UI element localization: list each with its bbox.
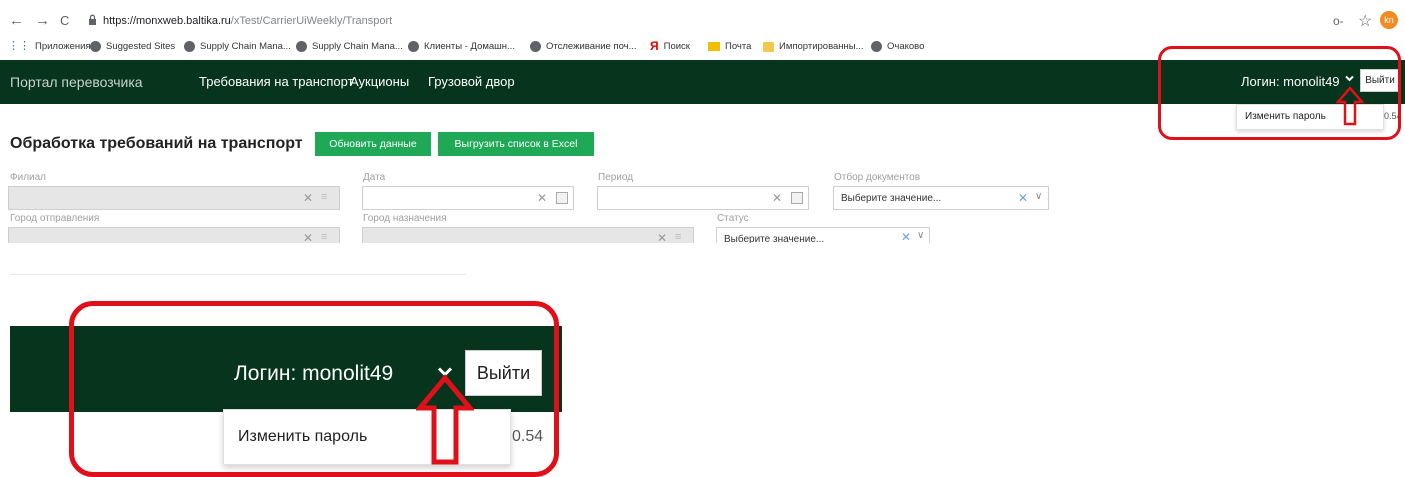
- destination-city-label: Город назначения: [363, 213, 447, 224]
- destination-city-select[interactable]: ✕ ≡: [362, 227, 694, 245]
- bookmark-apps[interactable]: ⋮⋮ Приложения: [8, 40, 91, 53]
- star-icon[interactable]: ☆: [1358, 11, 1372, 31]
- globe-icon: [296, 41, 307, 52]
- portal-title[interactable]: Портал перевозчика: [10, 74, 143, 90]
- clear-icon[interactable]: ✕: [901, 230, 911, 243]
- arrow-up-icon: [1336, 86, 1364, 126]
- nav-item-auctions[interactable]: Аукционы: [350, 74, 409, 89]
- globe-icon: [408, 41, 419, 52]
- yandex-icon: Я: [650, 39, 659, 53]
- bookmark-item[interactable]: Очаково: [871, 41, 924, 52]
- status-label: Статус: [717, 213, 749, 224]
- status-placeholder: Выберите значение...: [724, 234, 825, 243]
- date-label: Дата: [363, 172, 386, 183]
- period-label: Период: [598, 172, 634, 183]
- doc-filter-placeholder: Выберите значение...: [841, 193, 942, 204]
- list-icon[interactable]: ≡: [321, 231, 327, 243]
- globe-icon: [530, 41, 541, 52]
- bookmark-label: Отслеживание поч...: [546, 41, 637, 52]
- origin-city-label: Город отправления: [10, 213, 100, 224]
- list-icon[interactable]: ≡: [675, 231, 681, 243]
- doc-filter-label: Отбор документов: [834, 172, 921, 183]
- bookmark-item[interactable]: Supply Chain Mana...: [296, 41, 403, 52]
- clear-icon[interactable]: ✕: [303, 191, 313, 205]
- globe-icon: [871, 41, 882, 52]
- zoomed-arrow-up-icon: [416, 374, 474, 465]
- bookmark-label: Supply Chain Mana...: [312, 41, 403, 52]
- bookmark-label: Очаково: [887, 41, 925, 52]
- branch-label: Филиал: [10, 172, 47, 183]
- reload-icon[interactable]: C: [60, 13, 69, 29]
- date-input[interactable]: ✕: [362, 186, 574, 210]
- doc-filter-select[interactable]: Выберите значение... ✕ ∨: [833, 186, 1049, 210]
- nav-item-transport-requests[interactable]: Требования на транспорт: [199, 74, 354, 89]
- back-icon[interactable]: ←: [9, 13, 24, 29]
- globe-icon: [184, 41, 195, 52]
- bookmark-label: Почта: [725, 41, 752, 52]
- nav-item-cargo-yard[interactable]: Грузовой двор: [428, 74, 515, 89]
- calendar-icon[interactable]: [791, 192, 803, 204]
- bookmark-label: Импортированны...: [779, 41, 864, 52]
- lock-icon: [89, 14, 96, 25]
- chevron-down-icon[interactable]: ∨: [917, 230, 924, 241]
- profile-avatar[interactable]: kn: [1380, 11, 1398, 29]
- origin-city-select[interactable]: ✕ ≡: [8, 227, 340, 245]
- page-title: Обработка требований на транспорт: [10, 135, 303, 152]
- key-icon[interactable]: o‑: [1333, 14, 1344, 28]
- bookmark-label: Клиенты - Домашн...: [424, 41, 515, 52]
- bookmark-item[interactable]: Supply Chain Mana...: [184, 41, 291, 52]
- bookmark-label: Поиск: [663, 41, 690, 52]
- forward-icon[interactable]: →: [35, 13, 50, 29]
- export-excel-button[interactable]: Выгрузить список в Excel: [438, 132, 594, 156]
- apps-grid-icon: ⋮⋮: [8, 40, 30, 52]
- bookmark-item[interactable]: Отслеживание поч...: [530, 41, 637, 52]
- bookmark-item[interactable]: Suggested Sites: [90, 41, 175, 52]
- address-bar[interactable]: https://monxweb.baltika.ru/xTest/Carrier…: [103, 15, 392, 27]
- bookmark-label: Suggested Sites: [106, 41, 176, 52]
- branch-select[interactable]: ✕ ≡: [8, 186, 340, 210]
- url-path: /xTest/CarrierUiWeekly/Transport: [230, 15, 393, 27]
- zoomed-highlight-frame: [69, 301, 559, 477]
- folder-icon: [763, 41, 774, 52]
- bookmark-label: Приложения: [35, 41, 91, 52]
- clear-icon[interactable]: ✕: [772, 191, 782, 205]
- clear-icon[interactable]: ✕: [303, 231, 313, 245]
- bookmark-item[interactable]: Импортированны...: [763, 41, 864, 52]
- refresh-data-button[interactable]: Обновить данные: [315, 132, 431, 156]
- divider: [10, 274, 466, 275]
- url-host: https://monxweb.baltika.ru: [103, 15, 231, 27]
- status-select[interactable]: Выберите значение... ✕ ∨: [716, 227, 930, 243]
- bookmark-item[interactable]: Почта: [708, 41, 751, 52]
- chevron-down-icon[interactable]: ∨: [1035, 191, 1042, 202]
- globe-icon: [90, 41, 101, 52]
- mail-icon: [708, 42, 720, 51]
- clear-icon[interactable]: ✕: [1018, 191, 1028, 205]
- bookmark-label: Supply Chain Mana...: [200, 41, 291, 52]
- clear-icon[interactable]: ✕: [537, 191, 547, 205]
- bookmark-item[interactable]: Я Поиск: [650, 39, 690, 53]
- calendar-icon[interactable]: [556, 192, 568, 204]
- period-input[interactable]: ✕: [597, 186, 809, 210]
- highlight-frame: [1158, 46, 1401, 140]
- bookmark-item[interactable]: Клиенты - Домашн...: [408, 41, 515, 52]
- clear-icon[interactable]: ✕: [657, 231, 667, 245]
- list-icon[interactable]: ≡: [321, 191, 327, 203]
